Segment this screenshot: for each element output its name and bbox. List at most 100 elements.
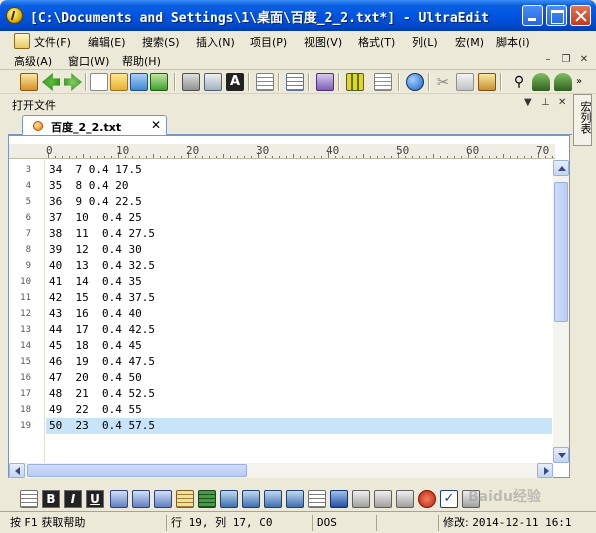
html-table-icon[interactable] <box>110 490 128 508</box>
ruler-tick <box>342 156 343 158</box>
menu-window[interactable]: 窗口(W) <box>68 53 109 69</box>
word-wrap-icon[interactable] <box>256 73 274 91</box>
panel-close-icon[interactable]: ✕ <box>558 97 566 108</box>
cut-icon[interactable]: ✂ <box>434 73 452 91</box>
mdi-minimize-icon[interactable]: – <box>542 54 554 66</box>
scroll-up-button[interactable] <box>553 160 569 176</box>
html-color-icon[interactable] <box>198 490 216 508</box>
column-mode-icon[interactable] <box>346 73 364 91</box>
new-file-icon[interactable] <box>90 73 108 91</box>
toolbar-overflow-icon[interactable]: » <box>576 73 588 91</box>
print-preview-icon[interactable] <box>204 73 222 91</box>
menu-insert[interactable]: 插入(N) <box>196 34 235 50</box>
menu-column[interactable]: 列(L) <box>412 34 438 50</box>
document-icon[interactable] <box>14 33 30 49</box>
open-folder-icon[interactable] <box>110 73 128 91</box>
status-line-ending[interactable]: DOS <box>312 515 372 531</box>
mdi-close-icon[interactable]: ✕ <box>578 54 590 66</box>
menu-file[interactable]: 文件(F) <box>34 34 71 50</box>
copy-icon[interactable] <box>456 73 474 91</box>
menu-format[interactable]: 格式(T) <box>358 34 395 50</box>
code-line[interactable]: 48 21 0.4 52.5 <box>46 386 552 402</box>
tab-close-icon[interactable]: ✕ <box>151 118 161 132</box>
text-area[interactable]: 34 7 0.4 17.5 35 8 0.4 20 36 9 0.4 22.5 37 … <box>46 160 552 463</box>
vertical-scrollbar[interactable] <box>553 160 569 463</box>
code-line[interactable]: 39 12 0.4 30 <box>46 242 552 258</box>
code-line[interactable]: 36 9 0.4 22.5 <box>46 194 552 210</box>
align-center-icon[interactable] <box>242 490 260 508</box>
macro-list-side-tab[interactable]: 宏列表 <box>573 94 592 146</box>
find-previous-icon[interactable] <box>532 73 550 91</box>
font-icon[interactable]: A <box>226 73 244 91</box>
vertical-scroll-thumb[interactable] <box>554 182 568 322</box>
menu-edit[interactable]: 编辑(E) <box>88 34 126 50</box>
html-form-icon[interactable] <box>330 490 348 508</box>
code-line[interactable]: 47 20 0.4 50 <box>46 370 552 386</box>
menu-script[interactable]: 脚本(i) <box>496 34 530 50</box>
menu-search[interactable]: 搜索(S) <box>142 34 180 50</box>
code-line[interactable]: 44 17 0.4 42.5 <box>46 322 552 338</box>
print-icon[interactable] <box>182 73 200 91</box>
line-numbers-icon[interactable] <box>286 73 304 91</box>
html-paragraph-icon[interactable] <box>176 490 194 508</box>
code-line[interactable]: 40 13 0.4 32.5 <box>46 258 552 274</box>
find-binoculars-icon[interactable]: ⚲ <box>510 73 528 91</box>
html-input-icon[interactable] <box>352 490 370 508</box>
scroll-right-button[interactable] <box>537 463 553 478</box>
mdi-restore-icon[interactable]: ❐ <box>560 54 572 66</box>
html-list-icon[interactable] <box>20 490 38 508</box>
web-browser-icon[interactable] <box>406 73 424 91</box>
html-cell-icon[interactable] <box>154 490 172 508</box>
back-arrow-icon[interactable] <box>42 73 60 91</box>
editor-pane[interactable]: 0 10 20 30 40 50 60 70 3 4 5 6 7 8 9 10 11 12 13 14 15 16 17 1… <box>8 135 570 478</box>
horizontal-scroll-thumb[interactable] <box>27 464 247 477</box>
align-left-icon[interactable] <box>220 490 238 508</box>
scroll-left-button[interactable] <box>9 463 25 478</box>
panel-dropdown-icon[interactable]: ▼ <box>524 97 532 108</box>
code-line[interactable]: 38 11 0.4 27.5 <box>46 226 552 242</box>
html-checkbox-icon[interactable]: ✓ <box>440 490 458 508</box>
html-break-icon[interactable] <box>308 490 326 508</box>
code-line[interactable]: 41 14 0.4 35 <box>46 274 552 290</box>
html-row-icon[interactable] <box>132 490 150 508</box>
menu-view[interactable]: 视图(V) <box>304 34 342 50</box>
forward-arrow-icon[interactable] <box>64 73 82 91</box>
menu-project[interactable]: 项目(P) <box>250 34 287 50</box>
underline-button[interactable]: U <box>86 490 104 508</box>
minimize-button[interactable] <box>522 5 543 26</box>
scroll-down-button[interactable] <box>553 447 569 463</box>
code-line[interactable]: 43 16 0.4 40 <box>46 306 552 322</box>
panel-pin-icon[interactable]: ⊥ <box>541 97 550 108</box>
save-all-icon[interactable] <box>150 73 168 91</box>
menu-macro[interactable]: 宏(M) <box>455 34 484 50</box>
close-window-button[interactable] <box>570 5 591 26</box>
tab-baidu-2-2[interactable]: 百度_2_2.txt ✕ <box>22 115 167 136</box>
find-next-icon[interactable] <box>554 73 572 91</box>
code-line[interactable]: 46 19 0.4 47.5 <box>46 354 552 370</box>
maximize-button[interactable] <box>546 5 567 26</box>
align-right-icon[interactable] <box>264 490 282 508</box>
save-icon[interactable] <box>130 73 148 91</box>
ultraedit-app-icon[interactable] <box>6 7 23 24</box>
code-line[interactable]: 35 8 0.4 20 <box>46 178 552 194</box>
line-number-gutter: 3 4 5 6 7 8 9 10 11 12 13 14 15 16 17 18 19 <box>9 160 45 463</box>
horizontal-scrollbar[interactable] <box>9 463 553 478</box>
menu-advanced[interactable]: 高级(A) <box>14 53 52 69</box>
align-justify-icon[interactable] <box>286 490 304 508</box>
open-file-icon[interactable] <box>20 73 38 91</box>
text-list-icon[interactable] <box>374 73 392 91</box>
paste-icon[interactable] <box>478 73 496 91</box>
html-textarea-icon[interactable] <box>374 490 392 508</box>
code-line[interactable]: 45 18 0.4 45 <box>46 338 552 354</box>
html-radio-icon[interactable] <box>418 490 436 508</box>
code-line[interactable]: 34 7 0.4 17.5 <box>46 162 552 178</box>
html-button-icon[interactable] <box>396 490 414 508</box>
hex-mode-icon[interactable] <box>316 73 334 91</box>
bold-button[interactable]: B <box>42 490 60 508</box>
code-line[interactable]: 37 10 0.4 25 <box>46 210 552 226</box>
menu-help[interactable]: 帮助(H) <box>122 53 161 69</box>
italic-button[interactable]: I <box>64 490 82 508</box>
code-line[interactable]: 42 15 0.4 37.5 <box>46 290 552 306</box>
code-line[interactable]: 50 23 0.4 57.5 <box>46 418 552 434</box>
code-line[interactable]: 49 22 0.4 55 <box>46 402 552 418</box>
